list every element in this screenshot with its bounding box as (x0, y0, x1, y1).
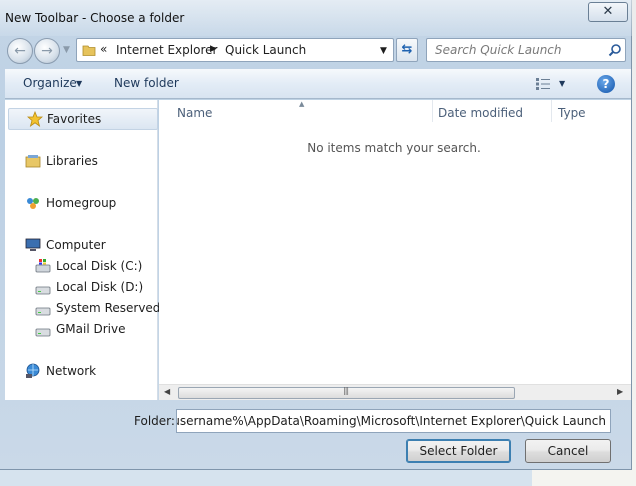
scrollbar-thumb[interactable]: ||| (178, 386, 515, 399)
column-divider[interactable] (432, 100, 433, 122)
nav-item-favorites[interactable]: Favorites (8, 108, 158, 130)
network-icon (26, 363, 40, 378)
back-arrow-icon: ← (14, 43, 26, 59)
drive-d-icon (35, 286, 51, 295)
nav-item-libraries[interactable]: Libraries (46, 154, 98, 168)
new-folder-button[interactable]: New folder (114, 76, 179, 90)
navigation-pane: Favorites Libraries Homegroup Computer L… (5, 100, 176, 400)
forward-arrow-icon: → (41, 43, 53, 59)
sort-indicator-icon: ▲ (299, 100, 305, 108)
breadcrumb-quick-launch[interactable]: Quick Launch (225, 43, 306, 57)
column-header-type[interactable]: Type (558, 106, 586, 120)
homegroup-icon (27, 198, 39, 209)
folder-label: Folder: (134, 414, 175, 428)
drive-f-icon (35, 307, 51, 316)
nav-item-local-disk-c[interactable]: Local Disk (C:) (56, 259, 142, 273)
column-divider[interactable] (551, 100, 552, 122)
breadcrumb-internet-explorer[interactable]: Internet Explorer (116, 43, 217, 57)
breadcrumb-overflow[interactable]: « (100, 42, 107, 56)
folder-path-value: C:\Users\%username%\AppData\Roaming\Micr… (177, 414, 606, 428)
search-icon[interactable] (608, 43, 622, 57)
folder-icon (82, 45, 96, 56)
search-placeholder: Search Quick Launch (435, 43, 562, 57)
nav-item-system-reserved[interactable]: System Reserved (F (56, 301, 176, 315)
nav-item-homegroup[interactable]: Homegroup (46, 196, 116, 210)
horizontal-scrollbar[interactable]: ◀ ||| ▶ (159, 384, 631, 400)
window-title: New Toolbar - Choose a folder (5, 11, 185, 25)
address-dropdown-icon[interactable]: ▼ (380, 46, 387, 56)
title-bar: New Toolbar - Choose a folder ✕ (0, 0, 632, 36)
nav-item-network[interactable]: Network (46, 364, 96, 378)
refresh-button[interactable]: ⇆ (396, 38, 418, 62)
column-header-date-modified[interactable]: Date modified (438, 106, 523, 120)
address-bar[interactable]: « Internet Explorer ▶ Quick Launch ▼ (76, 38, 394, 62)
organize-button[interactable]: Organize (23, 76, 77, 90)
command-toolbar: Organize ▼ New folder ▼ ? (5, 69, 631, 99)
computer-icon (25, 238, 41, 251)
file-list-pane: ▲ Name Date modified Type No items match… (159, 100, 631, 400)
nav-label-favorites: Favorites (47, 112, 102, 126)
refresh-icon: ⇆ (401, 42, 413, 57)
organize-dropdown-icon[interactable]: ▼ (76, 79, 82, 88)
column-header-name[interactable]: Name (177, 106, 212, 120)
close-button[interactable]: ✕ (588, 2, 628, 22)
drive-c-icon (35, 259, 51, 273)
scroll-right-arrow-icon[interactable]: ▶ (617, 387, 623, 396)
libraries-icon (25, 155, 41, 168)
breadcrumb-separator-icon[interactable]: ▶ (210, 44, 217, 54)
forward-button[interactable]: → (34, 38, 60, 64)
empty-folder-message: No items match your search. (307, 141, 481, 155)
nav-item-local-disk-d[interactable]: Local Disk (D:) (56, 280, 143, 294)
nav-item-computer[interactable]: Computer (46, 238, 106, 252)
scrollbar-grip-icon: ||| (343, 386, 349, 395)
folder-path-input[interactable]: C:\Users\%username%\AppData\Roaming\Micr… (176, 409, 611, 433)
nav-item-gmail-drive[interactable]: GMail Drive (56, 322, 125, 336)
recent-pages-dropdown-icon[interactable]: ▼ (63, 45, 70, 55)
select-folder-button[interactable]: Select Folder (406, 439, 511, 463)
help-icon[interactable]: ? (597, 75, 615, 93)
views-icon[interactable] (535, 77, 551, 91)
search-input[interactable]: Search Quick Launch (426, 38, 626, 62)
views-dropdown-icon[interactable]: ▼ (559, 79, 565, 88)
cancel-button[interactable]: Cancel (525, 439, 611, 463)
scroll-left-arrow-icon[interactable]: ◀ (164, 387, 170, 396)
choose-folder-dialog: New Toolbar - Choose a folder ✕ ← → ▼ « … (0, 0, 632, 470)
gmail-drive-icon (35, 328, 51, 337)
back-button[interactable]: ← (7, 38, 33, 64)
star-icon (27, 111, 43, 127)
